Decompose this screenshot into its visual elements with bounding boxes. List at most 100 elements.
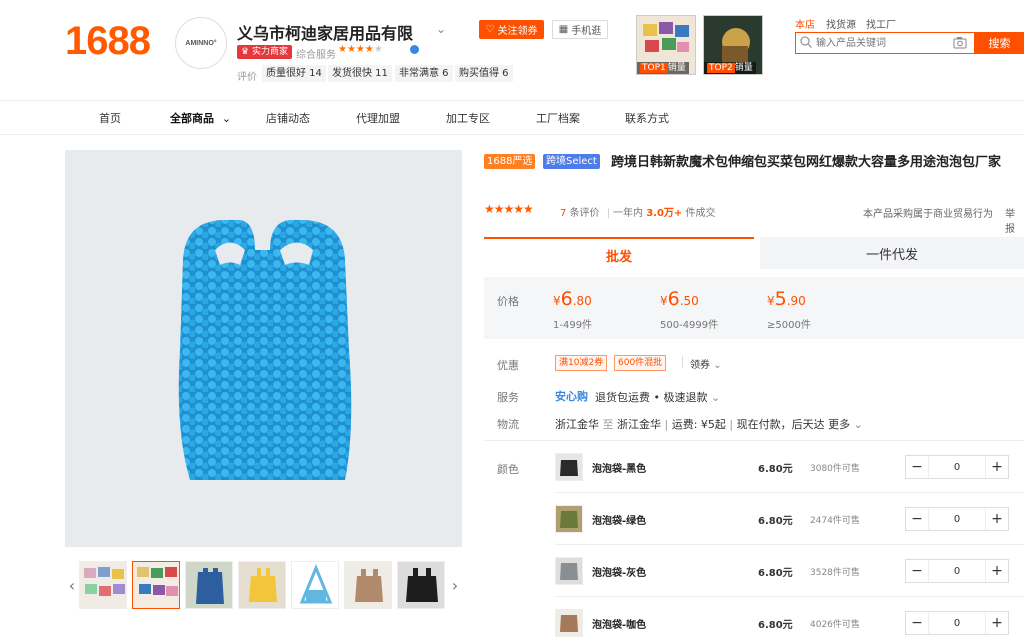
product-photo [65,150,462,547]
variant-photo [556,454,582,480]
decrease-quantity-button[interactable]: − [906,612,929,634]
increase-quantity-button[interactable]: + [985,508,1008,530]
rating-label: 评价 [237,72,257,83]
qr-icon: ▦ [558,24,569,35]
gallery-thumb[interactable] [238,561,286,609]
ship-to-word: 至 [602,418,614,431]
nav-home[interactable]: 首页 [99,110,121,126]
tab-wholesale[interactable]: 批发 [484,237,754,271]
search-button[interactable]: 搜索 [975,32,1024,54]
search-input[interactable] [816,35,946,51]
quantity-value[interactable]: 0 [928,456,986,478]
shipping-fee: 运费: ¥5起 [671,418,726,431]
thumb-image [186,562,232,608]
service-details[interactable]: 退货包运费 • 极速退款 ⌄ [595,389,720,405]
nav-contact[interactable]: 联系方式 [625,110,669,126]
quantity-value[interactable]: 0 [928,560,986,582]
chevron-down-icon: ⌄ [221,112,232,125]
nav-all-products[interactable]: 全部商品 ⌄ [170,110,231,126]
gallery-next-button[interactable]: › [448,567,462,603]
review-count-suffix: 条评价 [569,208,600,219]
chevron-down-icon: ⌄ [713,360,722,371]
price-tier-2: ¥6.50 [660,288,699,310]
variant-image[interactable] [555,505,583,533]
increase-quantity-button[interactable]: + [985,456,1008,478]
assurance-badge: 安心购 [555,390,588,403]
rating-tag: 购买值得 6 [455,65,513,82]
decrease-quantity-button[interactable]: − [906,508,929,530]
quantity-value[interactable]: 0 [928,508,986,530]
chevron-down-icon[interactable]: ⌄ [436,22,446,36]
strength-merchant-badge: ♛ 实力商家 [237,45,292,59]
get-coupon-button[interactable]: 领券 ⌄ [690,356,722,371]
discount-label: 优惠 [497,359,519,372]
rating-tag: 发货很快 11 [328,65,392,82]
quantity-value[interactable]: 0 [928,612,986,634]
decrease-quantity-button[interactable]: − [906,456,929,478]
price-tier-3: ¥5.90 [767,288,806,310]
thumb-image [292,562,338,608]
site-logo[interactable]: 1688 [65,20,151,62]
delivery-estimate: 现在付款，后天达 [736,418,825,431]
gallery-thumb[interactable] [344,561,392,609]
variant-image[interactable] [555,453,583,481]
shop-avatar[interactable]: AMINNO° [175,17,227,69]
search-tab-factory[interactable]: 找工厂 [866,16,896,31]
follow-coupon-button[interactable]: ♡ 关注领券 [479,20,544,39]
price-tier-1: ¥6.80 [553,288,592,310]
variant-stock: 3080件可售 [810,464,860,474]
logistics-info[interactable]: 浙江金华 至 浙江金华 | 运费: ¥5起 | 现在付款，后天达 更多 ⌄ [555,416,863,432]
gallery-thumb[interactable] [79,561,127,609]
increase-quantity-button[interactable]: + [985,612,1008,634]
quantity-stepper: − 0 + [905,559,1009,583]
shop-name[interactable]: 义乌市柯迪家居用品有限 [237,20,413,44]
variant-price: 6.80元 [758,568,793,579]
tab-dropship[interactable]: 一件代发 [760,237,1024,269]
top-seller-2[interactable]: TOP2 销量 [703,15,763,75]
coupon-tag[interactable]: 满10减2券 [555,355,608,371]
gallery-thumb[interactable] [397,561,445,609]
info-icon[interactable] [410,45,419,54]
gallery-prev-button[interactable]: ‹ [65,567,79,603]
chevron-down-icon: ⌄ [710,391,721,404]
gallery-thumb[interactable] [185,561,233,609]
mobile-browse-button[interactable]: ▦ 手机逛 [552,20,608,39]
variant-stock: 2474件可售 [810,516,860,526]
divider [555,596,1024,597]
service-text: 退货包运费 • 极速退款 [595,391,708,404]
main-product-image[interactable] [65,150,462,547]
variant-stock: 3528件可售 [810,568,860,578]
divider [555,492,1024,493]
variant-image[interactable] [555,609,583,637]
ship-from: 浙江金华 [555,418,599,431]
search-icon [800,36,812,48]
search-tab-store[interactable]: 本店 [795,16,815,31]
camera-icon[interactable] [953,36,967,49]
gallery-thumb[interactable] [132,561,180,609]
overall-service-stars: ★★★★★ [338,44,383,55]
report-link[interactable]: 举报 [1005,205,1024,235]
color-label: 颜色 [497,463,519,476]
variant-image[interactable] [555,557,583,585]
variant-stock: 4026件可售 [810,620,860,630]
nav-shop-news[interactable]: 店铺动态 [266,110,310,126]
coupon-tag[interactable]: 600件混批 [614,355,667,371]
rating-tag: 质量很好 14 [262,65,326,82]
nav-factory-profile[interactable]: 工厂档案 [536,110,580,126]
top-seller-1[interactable]: TOP1 销量 [636,15,696,75]
quantity-stepper: − 0 + [905,611,1009,635]
nav-agency[interactable]: 代理加盟 [356,110,400,126]
review-count-link[interactable]: 7 条评价 | [560,204,610,219]
variant-photo [556,506,582,532]
review-count-value: 7 [560,208,567,219]
divider [0,100,1024,101]
search-tab-source[interactable]: 找货源 [826,16,856,31]
service-label: 服务 [497,391,519,404]
gallery-thumb[interactable] [291,561,339,609]
decrease-quantity-button[interactable]: − [906,560,929,582]
nav-label: 全部商品 [170,112,214,125]
nav-processing[interactable]: 加工专区 [446,110,490,126]
increase-quantity-button[interactable]: + [985,560,1008,582]
price-tier-3-range: ≥5000件 [767,320,811,331]
sales-info: 一年内 3.0万+ 件成交 [613,204,715,219]
